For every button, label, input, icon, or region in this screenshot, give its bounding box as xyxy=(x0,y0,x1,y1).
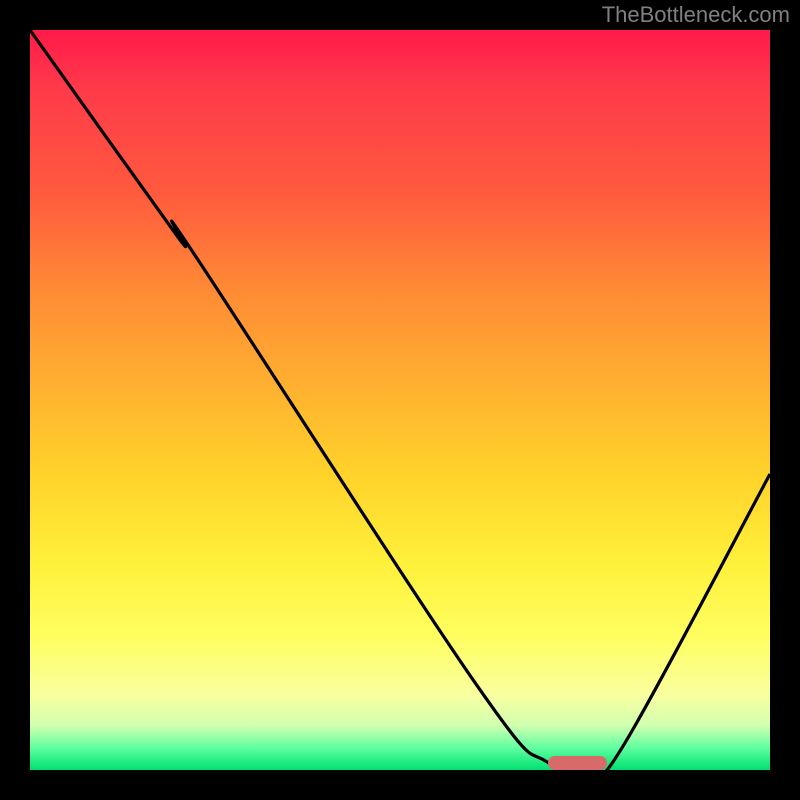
curve-path xyxy=(30,30,770,770)
watermark-text: TheBottleneck.com xyxy=(602,2,790,28)
chart-plot-area xyxy=(30,30,770,770)
optimal-range-marker xyxy=(548,756,607,770)
bottleneck-line-chart xyxy=(30,30,770,770)
